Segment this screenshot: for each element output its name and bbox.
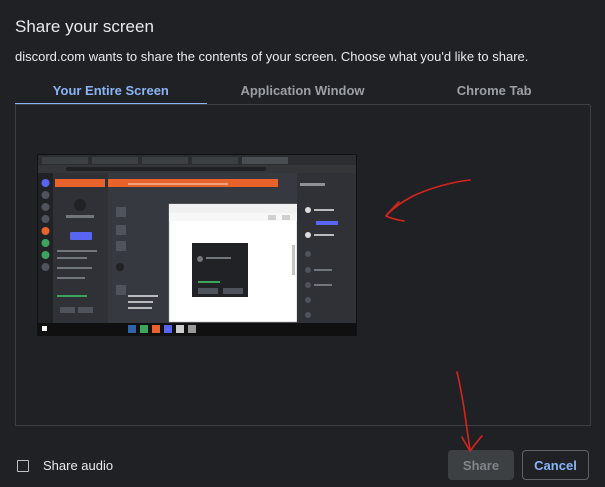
- tab-chrome-tab[interactable]: Chrome Tab: [398, 79, 590, 105]
- screen-thumbnail-image: [38, 155, 356, 335]
- share-audio-label: Share audio: [43, 458, 114, 473]
- share-button[interactable]: Share: [448, 450, 514, 480]
- dialog-subtitle: discord.com wants to share the contents …: [15, 49, 529, 64]
- cancel-button[interactable]: Cancel: [522, 450, 589, 480]
- dialog-footer: Share audio Share Cancel: [0, 440, 605, 487]
- dialog-title: Share your screen: [15, 17, 154, 36]
- tab-entire-screen[interactable]: Your Entire Screen: [15, 79, 207, 105]
- tab-application-window[interactable]: Application Window: [207, 79, 399, 105]
- share-audio-checkbox[interactable]: [17, 460, 29, 472]
- screen-thumbnail[interactable]: [38, 155, 356, 335]
- screen-list: [15, 105, 591, 426]
- tab-bar: Your Entire Screen Application Window Ch…: [15, 79, 590, 105]
